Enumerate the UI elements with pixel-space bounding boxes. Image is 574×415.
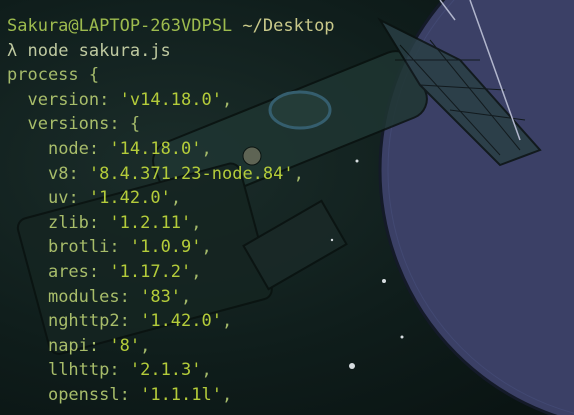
prompt-symbol: λ [7, 40, 18, 61]
versions-entry-value: '1.1.1l' [140, 384, 222, 405]
versions-entry-key: napi [47, 335, 89, 356]
output-version-line: version: 'v14.18.0', [27, 89, 233, 110]
versions-entry: brotli: '1.0.9', [47, 237, 212, 258]
versions-entry-value: '1.17.2' [109, 261, 192, 282]
versions-entry-key: llhttp [47, 360, 110, 381]
output-versions-line: versions: { [27, 114, 141, 135]
version-key: version [27, 89, 100, 110]
versions-entry-value: '1.0.9' [129, 237, 202, 258]
versions-entry-value: '8' [109, 335, 141, 356]
versions-entry: ares: '1.17.2', [47, 261, 202, 282]
versions-entry: uv: '1.42.0', [47, 188, 182, 209]
prompt-line: Sakura@LAPTOP-263VDPSL ~/Desktop [7, 14, 335, 39]
versions-entry-key: modules [47, 286, 120, 307]
version-value: 'v14.18.0' [119, 89, 222, 110]
versions-entry-key: openssl [47, 384, 120, 405]
versions-entry: nghttp2: '1.42.0', [47, 311, 233, 332]
versions-entry: modules: '83', [47, 286, 192, 307]
process-open: process { [7, 65, 100, 86]
output-open-line: process { [7, 63, 335, 88]
terminal-window[interactable]: Sakura@LAPTOP-263VDPSL ~/Desktop λ node s… [0, 0, 574, 415]
versions-entry-key: brotli [47, 237, 110, 258]
versions-entry-key: nghttp2 [47, 311, 120, 332]
versions-entry-key: node [47, 138, 89, 159]
versions-entry: v8: '8.4.371.23-node.84', [47, 163, 304, 184]
versions-entry-value: '1.2.11' [109, 212, 192, 233]
versions-entry-value: '14.18.0' [109, 138, 202, 159]
versions-entry-key: zlib [47, 212, 89, 233]
command-line: λ node sakura.js [7, 39, 335, 64]
versions-entry-value: '2.1.3' [129, 360, 202, 381]
versions-entry-key: uv [47, 188, 69, 209]
versions-entry: openssl: '1.1.1l', [47, 384, 233, 405]
command-text: node sakura.js [27, 40, 171, 61]
versions-entry-value: '1.42.0' [140, 311, 222, 332]
versions-entry-value: '8.4.371.23-node.84' [88, 163, 294, 184]
versions-entry-key: v8 [47, 163, 69, 184]
prompt-cwd: ~/Desktop [242, 16, 335, 36]
versions-entry: node: '14.18.0', [47, 138, 212, 159]
versions-entry-value: '1.42.0' [88, 188, 171, 209]
versions-entry-value: '83' [140, 286, 182, 307]
versions-key: versions [27, 114, 110, 135]
versions-entry: zlib: '1.2.11', [47, 212, 202, 233]
prompt-user-host: Sakura@LAPTOP-263VDPSL [7, 16, 233, 36]
versions-entry: llhttp: '2.1.3', [47, 360, 212, 381]
terminal-output[interactable]: Sakura@LAPTOP-263VDPSL ~/Desktop λ node s… [7, 14, 335, 408]
versions-entry: napi: '8', [47, 335, 151, 356]
versions-entry-key: ares [47, 261, 89, 282]
